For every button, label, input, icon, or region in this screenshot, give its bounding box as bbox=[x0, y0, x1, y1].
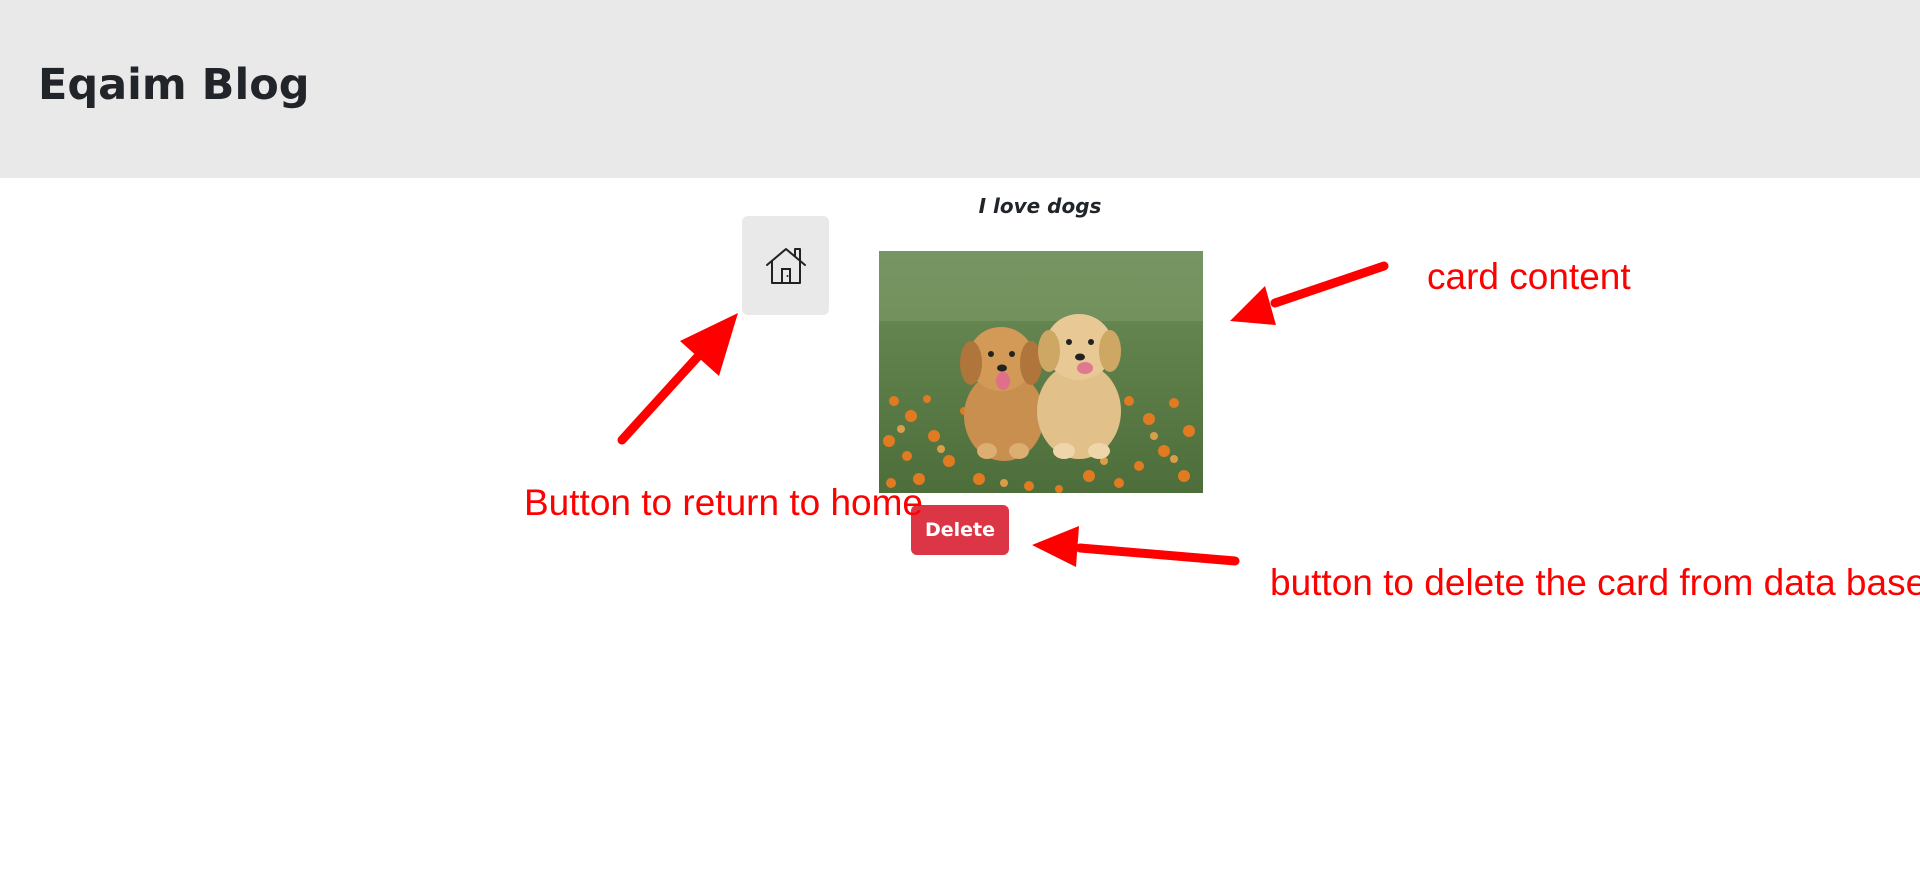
annotation-home: Button to return to home bbox=[524, 482, 924, 523]
annotation-delete: button to delete the card from data base bbox=[1270, 562, 1920, 603]
page: Eqaim Blog I love dogs Delete Button to … bbox=[0, 0, 1920, 892]
card-image bbox=[879, 251, 1203, 493]
dog-photo bbox=[879, 251, 1203, 493]
home-icon bbox=[765, 247, 806, 284]
card-title: I love dogs bbox=[978, 194, 1102, 218]
brand-title[interactable]: Eqaim Blog bbox=[38, 64, 310, 107]
home-button[interactable] bbox=[742, 216, 829, 315]
header-bar: Eqaim Blog bbox=[0, 0, 1920, 178]
delete-button[interactable]: Delete bbox=[911, 505, 1009, 555]
annotation-card: card content bbox=[1427, 256, 1631, 297]
